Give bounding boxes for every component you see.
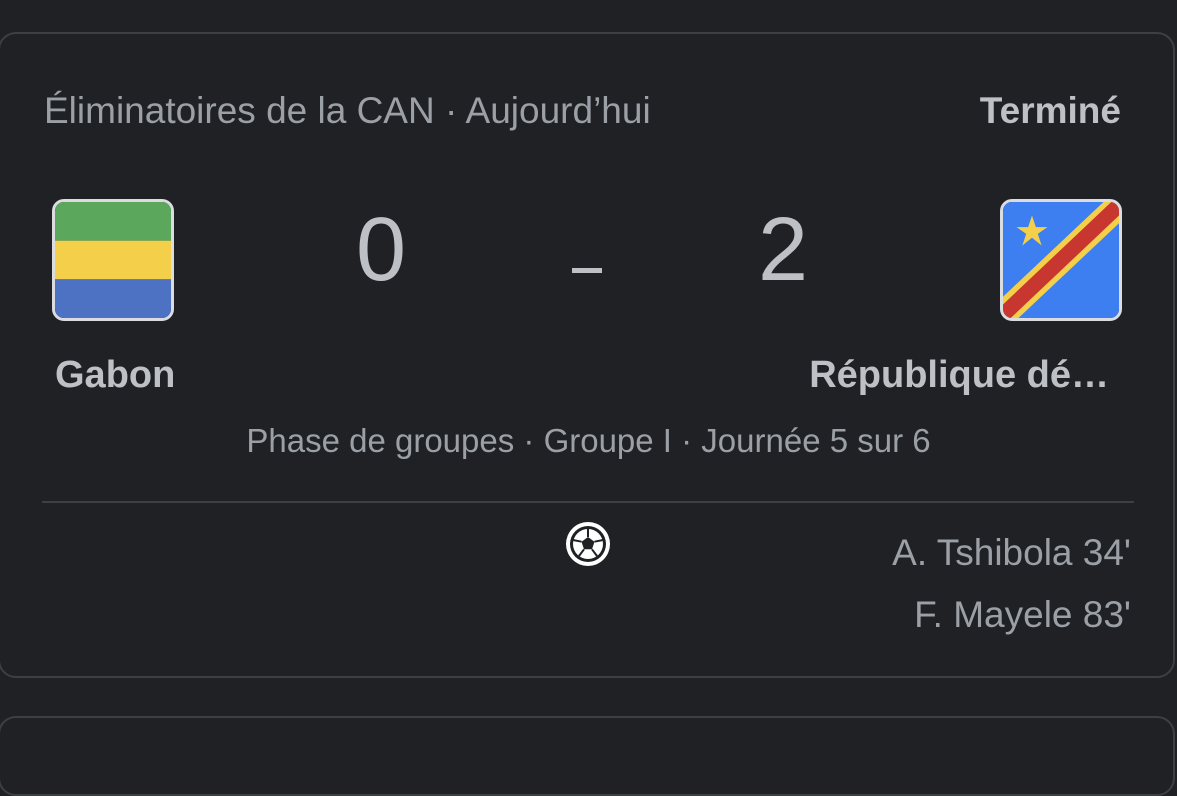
away-score: 2 (758, 200, 809, 300)
away-team-name[interactable]: République dé… (809, 354, 1109, 397)
divider (42, 501, 1134, 503)
score-separator (572, 268, 602, 273)
soccer-ball-icon (564, 520, 612, 568)
match-status: Terminé (979, 90, 1121, 131)
scorer-item: F. Mayele 83' (914, 594, 1131, 635)
dr-congo-flag-icon (1000, 199, 1122, 321)
match-phase: Phase de groupes · Groupe I · Journée 5 … (246, 422, 931, 459)
competition-date-label: Éliminatoires de la CAN · Aujourd’hui (44, 90, 651, 131)
gabon-flag-icon (52, 199, 174, 321)
home-team-name[interactable]: Gabon (55, 354, 175, 397)
away-scorers-list: A. Tshibola 34' F. Mayele 83' (892, 522, 1131, 646)
next-match-card[interactable] (0, 716, 1175, 796)
home-score: 0 (356, 200, 407, 300)
scorer-item: A. Tshibola 34' (892, 532, 1131, 573)
